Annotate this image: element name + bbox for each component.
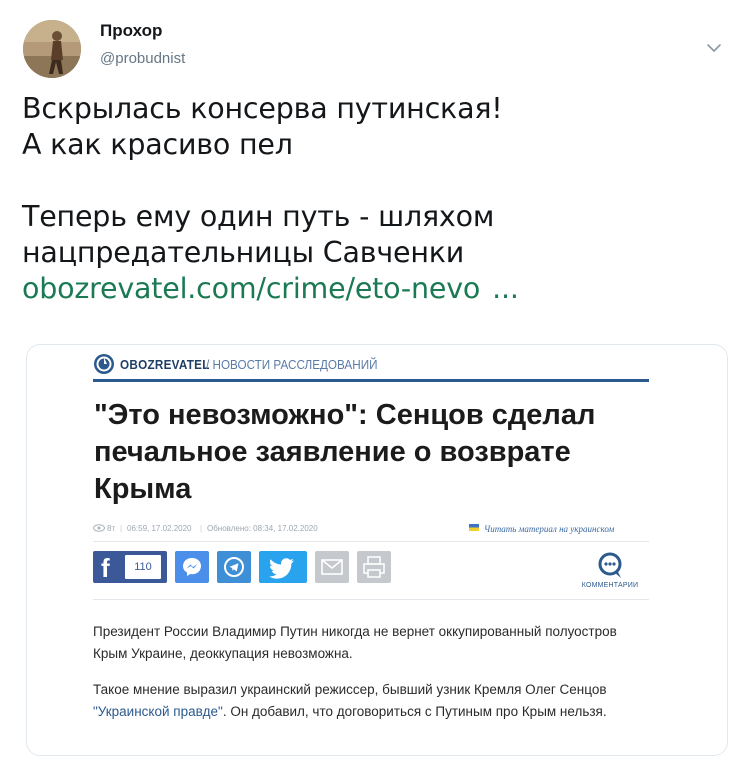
article-headline: "Это невозможно": Сенцов сделал печально… xyxy=(94,399,596,505)
site-name: OBOZREVATEL xyxy=(120,357,210,372)
telegram-icon xyxy=(224,557,244,577)
mail-icon xyxy=(321,559,343,575)
divider xyxy=(93,599,649,600)
messenger-icon xyxy=(183,558,201,576)
tweet-text: Вскрылась консерва путинская! А как крас… xyxy=(22,91,712,307)
telegram-share-button[interactable] xyxy=(217,551,251,583)
article-paragraph: Такое мнение выразил украинский режиссер… xyxy=(93,679,653,723)
avatar-image xyxy=(23,20,81,78)
link-ellipsis: ... xyxy=(492,272,519,305)
comments-button[interactable]: КОММЕНТАРИИ xyxy=(571,551,649,591)
tweet-line: А как красиво пел xyxy=(22,128,293,161)
article-meta: 8т | 06:59, 17.02.2020 | Обновлено: 08:3… xyxy=(93,521,649,537)
author-name[interactable]: Прохор xyxy=(100,21,162,41)
link-preview-card[interactable]: OBOZREVATEL / НОВОСТИ РАССЛЕДОВАНИЙ "Это… xyxy=(26,344,728,756)
chevron-down-icon[interactable] xyxy=(704,38,724,58)
email-share-button[interactable] xyxy=(315,551,349,583)
tweet-link-line: obozrevatel.com/crime/eto-nevo... xyxy=(22,271,712,307)
ukraine-flag-icon xyxy=(469,524,479,531)
obozrevatel-logo-icon xyxy=(94,354,114,374)
comments-icon xyxy=(598,552,622,578)
facebook-share-count: 110 xyxy=(125,555,161,579)
updated-time: Обновлено: 08:34, 17.02.2020 xyxy=(207,524,318,533)
meta-separator: | xyxy=(120,524,123,533)
published-time: 06:59, 17.02.2020 xyxy=(127,524,192,533)
author-handle[interactable]: @probudnist xyxy=(100,50,185,67)
share-bar: f 110 КОММЕНТАРИИ xyxy=(93,551,649,591)
tweet-line: Теперь ему один путь - шляхом xyxy=(22,200,495,233)
facebook-icon: f xyxy=(101,553,110,583)
ukrainska-pravda-link[interactable]: "Украинской правде" xyxy=(93,704,223,719)
tweet-line: Вскрылась консерва путинская! xyxy=(22,92,503,125)
site-section: / НОВОСТИ РАССЛЕДОВАНИЙ xyxy=(206,357,378,372)
paragraph-text: . Он добавил, что договориться с Путиным… xyxy=(222,704,607,719)
views-count: 8т xyxy=(107,524,116,533)
comments-label: КОММЕНТАРИИ xyxy=(581,582,639,589)
twitter-share-button[interactable] xyxy=(259,551,307,583)
article-paragraph: Президент России Владимир Путин никогда … xyxy=(93,624,617,661)
messenger-share-button[interactable] xyxy=(175,551,209,583)
tweet-line: нацпредательницы Савченки xyxy=(22,236,465,269)
divider xyxy=(93,541,649,542)
tweet-link[interactable]: obozrevatel.com/crime/eto-nevo xyxy=(22,272,480,305)
eye-icon xyxy=(93,524,105,534)
avatar[interactable] xyxy=(23,20,81,78)
print-button[interactable] xyxy=(357,551,391,583)
site-header: OBOZREVATEL / НОВОСТИ РАССЛЕДОВАНИЙ xyxy=(93,353,649,382)
paragraph-text: Такое мнение выразил украинский режиссер… xyxy=(93,682,607,697)
facebook-share-button[interactable]: f 110 xyxy=(93,551,167,583)
meta-separator: | xyxy=(200,524,203,533)
twitter-icon xyxy=(269,558,294,579)
read-in-ukrainian-link[interactable]: Читать материал на украинском xyxy=(484,524,614,534)
print-icon xyxy=(363,556,385,578)
